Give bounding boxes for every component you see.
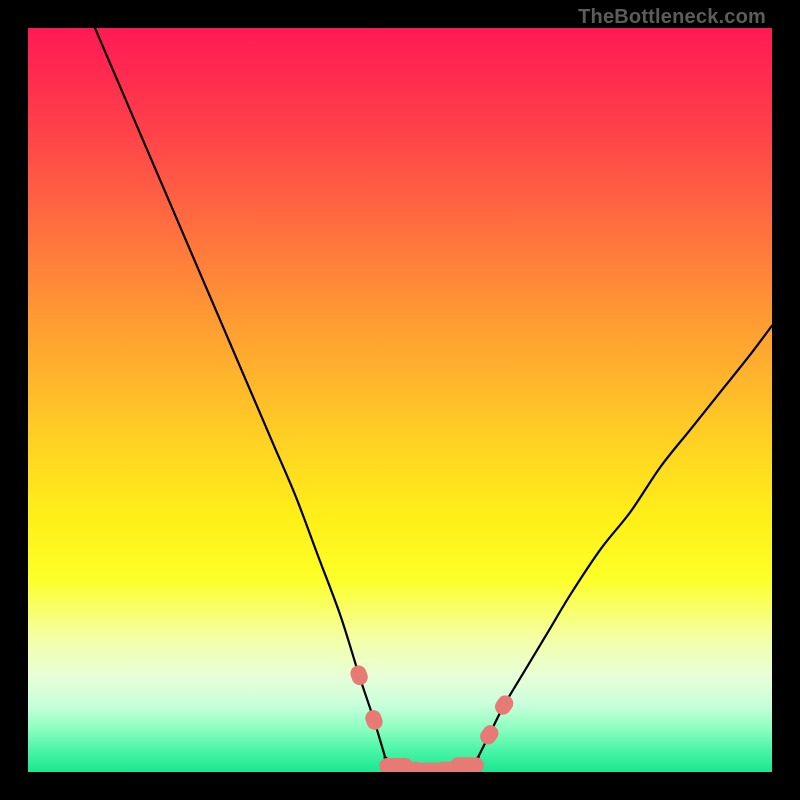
highlight-marker <box>363 708 385 732</box>
highlight-marker <box>348 663 370 687</box>
curve-layer <box>28 28 772 772</box>
chart-frame: TheBottleneck.com <box>0 0 800 800</box>
watermark-label: TheBottleneck.com <box>578 6 766 29</box>
bottleneck-curve <box>95 28 772 772</box>
highlight-marker <box>450 757 484 772</box>
highlight-marker <box>477 722 502 748</box>
marker-group <box>348 663 516 772</box>
plot-area <box>28 28 772 772</box>
highlight-marker <box>492 692 517 718</box>
